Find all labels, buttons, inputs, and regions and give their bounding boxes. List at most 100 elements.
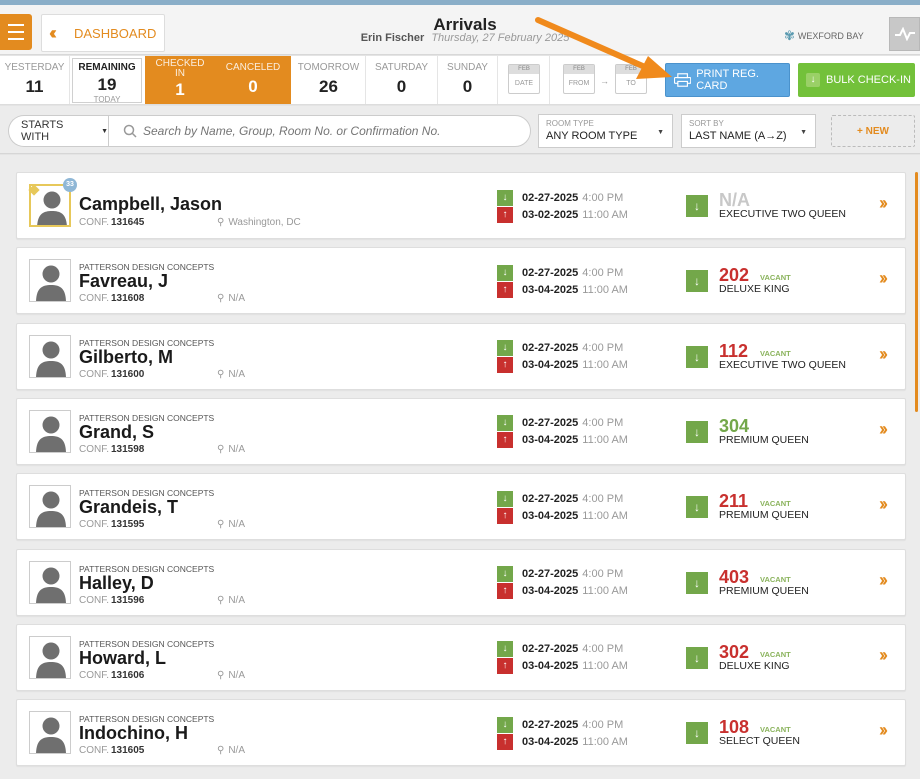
tab-sunday[interactable]: SUNDAY 0	[438, 56, 498, 104]
check-in-arrow-icon[interactable]: ↓	[686, 420, 708, 443]
stay-dates: ↓ 02-27-2025 4:00 PM ↑ 03-04-2025 11:00 AM	[497, 340, 628, 374]
room-status-badge: VACANT	[760, 348, 791, 358]
pulse-icon	[894, 27, 915, 41]
departure-line: ↑ 03-04-2025 11:00 AM	[497, 733, 628, 750]
sort-by-select[interactable]: SORT BY LAST NAME (A→Z) ▼	[681, 114, 816, 148]
menu-button[interactable]	[0, 14, 32, 50]
check-in-arrow-icon[interactable]: ↓	[686, 646, 708, 669]
guest-name[interactable]: Halley, D	[79, 573, 154, 594]
guest-name[interactable]: Favreau, J	[79, 271, 168, 292]
location-pin-icon: ⚲	[217, 293, 225, 305]
tab-remaining-today[interactable]: REMAINING 19 TODAY	[72, 58, 142, 104]
arrival-date: 02-27-2025	[522, 718, 579, 731]
arrow-down-icon: ↓	[806, 73, 820, 87]
check-in-arrow-icon[interactable]: ↓	[686, 496, 708, 519]
double-chevron-right-icon[interactable]: ››	[879, 193, 888, 214]
conf-value: 131596	[111, 594, 145, 606]
tab-count: 1	[175, 80, 185, 99]
double-chevron-right-icon[interactable]: ››	[879, 570, 888, 591]
location-text: N/A	[228, 745, 245, 757]
activity-button[interactable]	[889, 17, 920, 51]
departure-time: 11:00 AM	[582, 359, 628, 372]
room-type-label: ROOM TYPE	[546, 119, 594, 128]
to-date-picker[interactable]: FEB TO	[615, 64, 647, 94]
tab-canceled[interactable]: CANCELED 0	[215, 56, 291, 104]
search-input[interactable]	[143, 124, 523, 138]
printer-icon	[674, 73, 692, 87]
from-date-picker[interactable]: FEB FROM	[563, 64, 595, 94]
arrival-line: ↓ 02-27-2025 4:00 PM	[497, 641, 628, 658]
arrival-line: ↓ 02-27-2025 4:00 PM	[497, 415, 628, 432]
double-chevron-left-icon: ‹‹	[49, 23, 57, 43]
tab-count: 26	[319, 77, 338, 96]
guest-name[interactable]: Grand, S	[79, 422, 154, 443]
user-name: Erin Fischer	[360, 32, 425, 44]
conf-label: CONF.	[79, 293, 109, 305]
double-chevron-right-icon[interactable]: ››	[879, 645, 888, 666]
confirmation-number: CONF. 131595	[79, 519, 144, 530]
reservation-card[interactable]: PATTERSON DESIGN CONCEPTS Halley, D CONF. 1…	[16, 548, 906, 616]
double-chevron-right-icon[interactable]: ››	[879, 419, 888, 440]
room-type: EXECUTIVE TWO QUEEN	[719, 358, 846, 371]
double-chevron-right-icon[interactable]: ››	[879, 720, 888, 741]
bulk-check-in-button[interactable]: ↓ BULK CHECK-IN	[798, 63, 915, 97]
check-in-arrow-icon[interactable]: ↓	[686, 270, 708, 293]
check-in-arrow-icon[interactable]: ↓	[686, 571, 708, 594]
guest-name[interactable]: Campbell, Jason	[79, 194, 222, 215]
room-type: PREMIUM QUEEN	[719, 433, 809, 446]
conf-label: CONF.	[79, 745, 109, 757]
departure-line: ↑ 03-04-2025 11:00 AM	[497, 658, 628, 675]
room-type-select[interactable]: ROOM TYPE ANY ROOM TYPE ▼	[538, 114, 673, 148]
to-date-label: TO	[626, 80, 636, 87]
reservation-card[interactable]: PATTERSON DESIGN CONCEPTS Howard, L CONF. 1…	[16, 623, 906, 691]
range-arrow-icon: →	[600, 76, 609, 86]
date-picker[interactable]: FEB DATE	[508, 64, 540, 94]
starts-with-dropdown[interactable]: STARTS WITH ▼	[8, 115, 108, 147]
tab-saturday[interactable]: SATURDAY 0	[366, 56, 438, 104]
conf-value: 131605	[111, 745, 145, 757]
departure-time: 11:00 AM	[582, 434, 628, 447]
tab-label: REMAINING	[78, 62, 136, 73]
new-reservation-button[interactable]: + NEW	[831, 115, 915, 147]
filter-bar: STARTS WITH ▼ ROOM TYPE ANY ROOM TYPE ▼ …	[0, 106, 920, 154]
departure-arrow-icon: ↑	[497, 583, 513, 599]
arrival-line: ↓ 02-27-2025 4:00 PM	[497, 566, 628, 583]
double-chevron-right-icon[interactable]: ››	[879, 344, 888, 365]
double-chevron-right-icon[interactable]: ››	[879, 494, 888, 515]
arrival-time: 4:00 PM	[582, 568, 624, 580]
guest-name[interactable]: Indochino, H	[79, 723, 188, 744]
tab-tomorrow[interactable]: TOMORROW 26	[292, 56, 366, 104]
room-status-badge: VACANT	[760, 273, 791, 283]
departure-date: 03-04-2025	[522, 585, 579, 597]
confirmation-number: CONF. 131598	[79, 444, 144, 455]
room-type: DELUXE KING	[719, 283, 790, 296]
conf-value: 131598	[111, 443, 145, 455]
double-chevron-right-icon[interactable]: ››	[879, 268, 888, 289]
arrival-line: ↓ 02-27-2025 4:00 PM	[497, 716, 628, 733]
confirmation-number: CONF. 131600	[79, 369, 144, 380]
reservation-card[interactable]: PATTERSON DESIGN CONCEPTS Grandeis, T CONF…	[16, 473, 906, 541]
date-picker-month: FEB	[509, 65, 539, 74]
guest-name[interactable]: Grandeis, T	[79, 497, 178, 518]
reservation-card[interactable]: PATTERSON DESIGN CONCEPTS Favreau, J CONF.…	[16, 247, 906, 315]
reservation-card[interactable]: PATTERSON DESIGN CONCEPTS Gilberto, M CONF…	[16, 322, 906, 390]
check-in-arrow-icon[interactable]: ↓	[686, 345, 708, 368]
check-in-arrow-icon[interactable]: ↓	[686, 722, 708, 745]
guest-name[interactable]: Gilberto, M	[79, 347, 173, 368]
guest-name[interactable]: Howard, L	[79, 648, 166, 669]
tab-checked-in[interactable]: CHECKED IN 1	[145, 56, 215, 104]
departure-line: ↑ 03-04-2025 11:00 AM	[497, 583, 628, 600]
hotel-selector[interactable]: ✾ WEXFORD BAY	[784, 28, 864, 44]
reservation-card[interactable]: 33 Campbell, Jason CONF. 131645 ⚲ Washington,…	[16, 172, 906, 239]
dashboard-button[interactable]: ‹‹ DASHBOARD	[41, 14, 165, 52]
hotel-logo-icon: ✾	[784, 28, 795, 43]
check-in-arrow-icon[interactable]: ↓	[686, 195, 708, 217]
reservation-card[interactable]: PATTERSON DESIGN CONCEPTS Grand, S CONF. 13…	[16, 397, 906, 465]
departure-line: ↑ 03-04-2025 11:00 AM	[497, 432, 628, 449]
tab-yesterday[interactable]: YESTERDAY 11	[0, 56, 70, 104]
list-scrollbar[interactable]	[915, 172, 918, 412]
arrival-arrow-icon: ↓	[497, 716, 513, 733]
location-pin-icon: ⚲	[217, 594, 225, 606]
reservation-card[interactable]: PATTERSON DESIGN CONCEPTS Indochino, H CON…	[16, 699, 906, 767]
print-reg-card-button[interactable]: PRINT REG. CARD	[665, 63, 790, 97]
